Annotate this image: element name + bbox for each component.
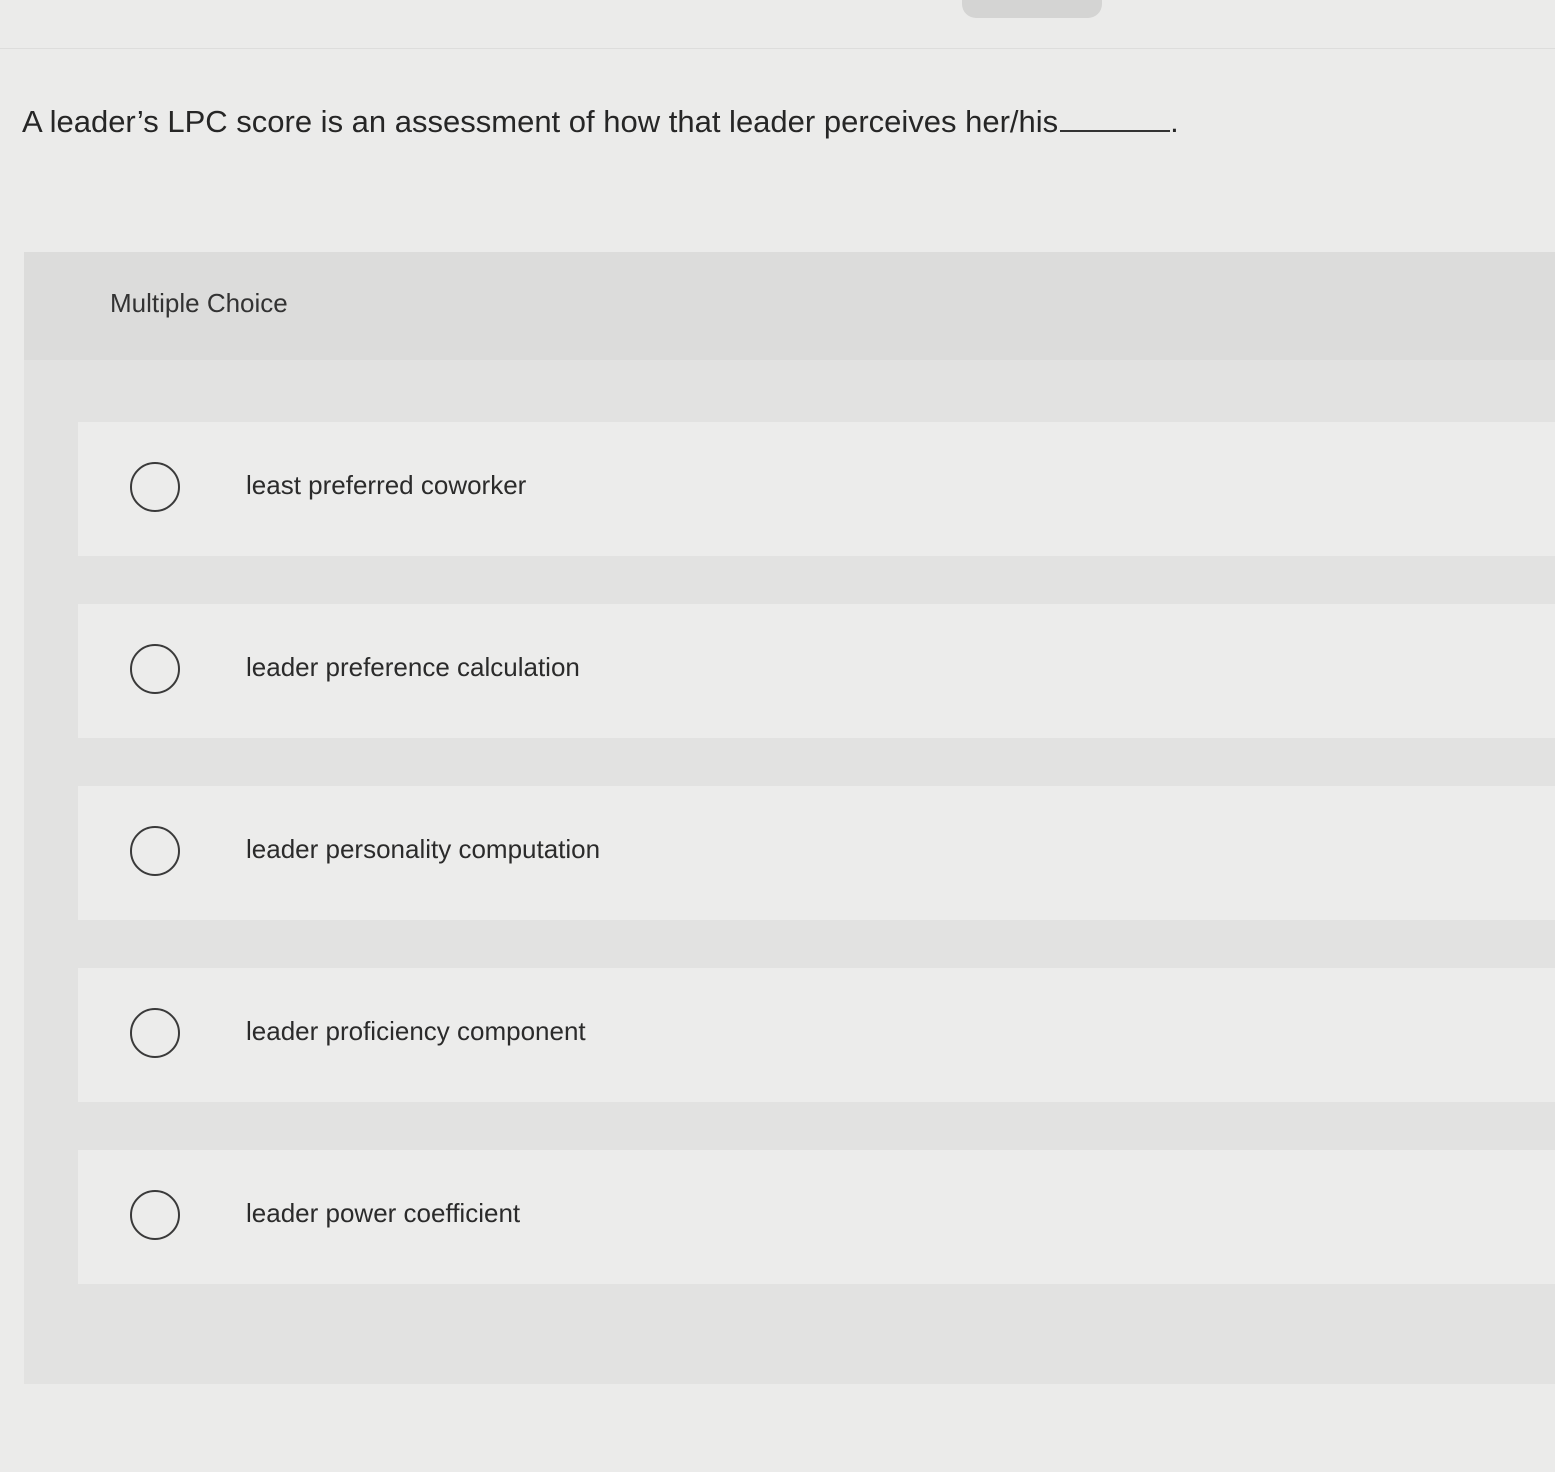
radio-circle-icon[interactable] (130, 462, 180, 512)
answer-option[interactable]: least preferred coworker (78, 422, 1555, 556)
radio-circle-icon[interactable] (130, 644, 180, 694)
multiple-choice-header: Multiple Choice (24, 252, 1555, 360)
radio-circle-icon[interactable] (130, 1008, 180, 1058)
multiple-choice-title: Multiple Choice (110, 288, 288, 318)
answer-option-label: least preferred coworker (246, 470, 527, 500)
answer-option-label: leader personality computation (246, 834, 601, 864)
answer-option[interactable]: leader personality computation (78, 786, 1555, 920)
answer-option[interactable]: leader power coefficient (78, 1150, 1555, 1284)
answer-blank (1060, 120, 1171, 132)
answer-option[interactable]: leader proficiency component (78, 968, 1555, 1102)
header-divider (0, 48, 1555, 49)
answer-option-label: leader proficiency component (246, 1016, 586, 1046)
top-nav-button[interactable] (962, 0, 1102, 18)
answer-option-label: leader preference calculation (246, 652, 580, 682)
radio-circle-icon[interactable] (130, 1190, 180, 1240)
multiple-choice-panel: Multiple Choice least preferred coworker… (24, 252, 1555, 1384)
question-suffix: . (1170, 104, 1179, 139)
answer-option-label: leader power coefficient (246, 1198, 521, 1228)
radio-circle-icon[interactable] (130, 826, 180, 876)
question-text: A leader’s LPC score is an assessment of… (22, 104, 1059, 139)
question-prompt: A leader’s LPC score is an assessment of… (22, 104, 1179, 140)
answer-option[interactable]: leader preference calculation (78, 604, 1555, 738)
answer-options: least preferred coworker leader preferen… (78, 422, 1555, 1332)
